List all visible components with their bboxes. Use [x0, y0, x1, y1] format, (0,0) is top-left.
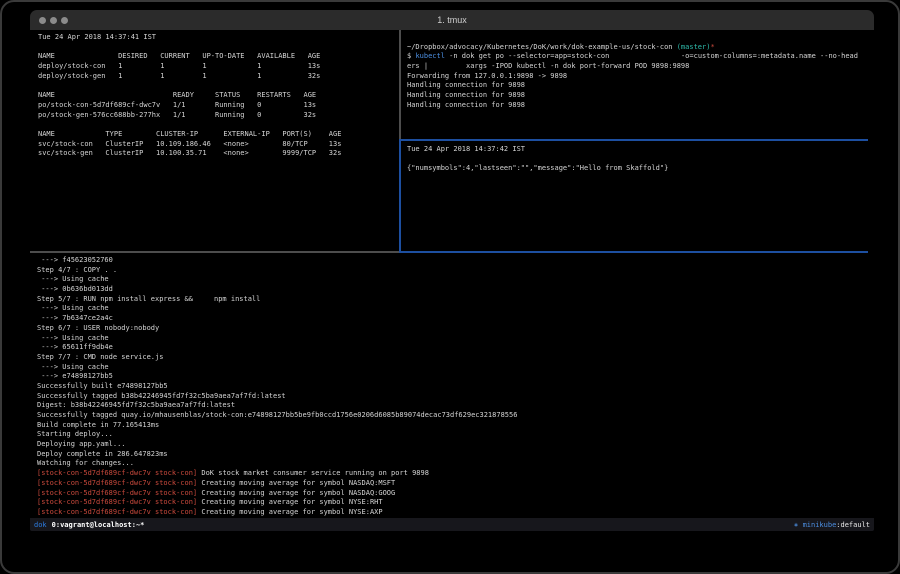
close-icon[interactable]	[39, 17, 46, 24]
pane-divider-horizontal-active-bottom[interactable]	[399, 251, 868, 253]
terminal-line: ---> e74898127bb5	[37, 372, 874, 382]
terminal-line: Tue 24 Apr 2018 14:37:42 IST	[407, 145, 874, 155]
terminal-line: ---> Using cache	[37, 275, 874, 285]
terminal-line: ers | xargs -IPOD kubectl -n dok port-fo…	[407, 62, 874, 72]
terminal-line: NAME READY STATUS RESTARTS AGE	[38, 91, 399, 101]
terminal-line: Step 7/7 : CMD node service.js	[37, 353, 874, 363]
terminal-line: po/stock-gen-576cc688bb-277hx 1/1 Runnin…	[38, 111, 399, 121]
screen-frame: 1. tmux Tue 24 Apr 2018 14:37:41 IST NAME…	[0, 0, 900, 574]
terminal-line	[38, 81, 399, 91]
pane-divider-horizontal-active-top[interactable]	[401, 139, 868, 141]
pane-service-response[interactable]: Tue 24 Apr 2018 14:37:42 IST {"numsymbols…	[401, 141, 874, 251]
pane-skaffold-build-log[interactable]: ---> f45623052760Step 4/7 : COPY . . ---…	[30, 253, 874, 518]
terminal-line: [stock-con-5d7df689cf-dwc7v stock-con] C…	[37, 489, 874, 499]
pane-divider-vertical-active[interactable]	[399, 139, 401, 253]
terminal-line: Successfully tagged quay.io/mhausenblas/…	[37, 411, 874, 421]
terminal-line: ---> 65611ff9db4e	[37, 343, 874, 353]
terminal-line: [stock-con-5d7df689cf-dwc7v stock-con] D…	[37, 469, 874, 479]
terminal-line: svc/stock-gen ClusterIP 10.100.35.71 <no…	[38, 149, 399, 159]
pane-divider-horizontal[interactable]	[30, 251, 399, 253]
minimize-icon[interactable]	[50, 17, 57, 24]
window-controls	[39, 10, 68, 30]
terminal-line: deploy/stock-con 1 1 1 1 13s	[38, 62, 399, 72]
status-right: ⎈ minikube :default	[794, 521, 870, 529]
terminal-line: Handling connection for 9898	[407, 91, 874, 101]
terminal-line: Tue 24 Apr 2018 14:37:41 IST	[38, 33, 399, 43]
terminal-line: NAME TYPE CLUSTER-IP EXTERNAL-IP PORT(S)…	[38, 130, 399, 140]
maximize-icon[interactable]	[61, 17, 68, 24]
window-title: 1. tmux	[30, 15, 874, 25]
kube-context: minikube	[803, 521, 837, 529]
terminal-line	[38, 120, 399, 130]
terminal-line: ---> Using cache	[37, 334, 874, 344]
terminal-line: Handling connection for 9898	[407, 81, 874, 91]
terminal-line: ---> 0b636bd013dd	[37, 285, 874, 295]
terminal-line: ---> Using cache	[37, 304, 874, 314]
session-name: dok	[34, 521, 47, 529]
terminal-line: Forwarding from 127.0.0.1:9898 -> 9898	[407, 72, 874, 82]
terminal-line: Starting deploy...	[37, 430, 874, 440]
terminal-line: Successfully built e74898127bb5	[37, 382, 874, 392]
terminal-window: 1. tmux Tue 24 Apr 2018 14:37:41 IST NAME…	[30, 10, 874, 531]
terminal-line: Step 5/7 : RUN npm install express && np…	[37, 295, 874, 305]
window-list-item[interactable]: 0:vagrant@localhost:~*	[52, 521, 145, 529]
terminal-line	[38, 43, 399, 53]
terminal-line: Step 4/7 : COPY . .	[37, 266, 874, 276]
terminal-line: Handling connection for 9898	[407, 101, 874, 111]
tmux-content: Tue 24 Apr 2018 14:37:41 IST NAME DESIRED…	[30, 30, 874, 518]
terminal-line: NAME DESIRED CURRENT UP-TO-DATE AVAILABL…	[38, 52, 399, 62]
terminal-line: Step 6/7 : USER nobody:nobody	[37, 324, 874, 334]
terminal-line: [stock-con-5d7df689cf-dwc7v stock-con] C…	[37, 498, 874, 508]
terminal-line: deploy/stock-gen 1 1 1 1 32s	[38, 72, 399, 82]
terminal-line: [stock-con-5d7df689cf-dwc7v stock-con] C…	[37, 508, 874, 518]
helm-wheel-icon: ⎈	[794, 521, 802, 529]
terminal-line: Deploy complete in 286.647823ms	[37, 450, 874, 460]
terminal-line	[407, 33, 874, 43]
kube-namespace: :default	[836, 521, 870, 529]
pane-divider-vertical[interactable]	[399, 30, 401, 139]
terminal-line: ~/Dropbox/advocacy/Kubernetes/DoK/work/d…	[407, 43, 874, 53]
terminal-line: ---> Using cache	[37, 363, 874, 373]
window-titlebar[interactable]: 1. tmux	[30, 10, 874, 30]
terminal-line: svc/stock-con ClusterIP 10.109.186.46 <n…	[38, 140, 399, 150]
terminal-line: Build complete in 77.165413ms	[37, 421, 874, 431]
terminal-line: po/stock-con-5d7df689cf-dwc7v 1/1 Runnin…	[38, 101, 399, 111]
tmux-status-bar: dok 0:vagrant@localhost:~* ⎈ minikube :d…	[30, 518, 874, 531]
pane-port-forward[interactable]: ~/Dropbox/advocacy/Kubernetes/DoK/work/d…	[401, 30, 874, 139]
terminal-line: Watching for changes...	[37, 459, 874, 469]
terminal-line: [stock-con-5d7df689cf-dwc7v stock-con] C…	[37, 479, 874, 489]
status-left: dok 0:vagrant@localhost:~*	[34, 521, 144, 529]
terminal-line: {"numsymbols":4,"lastseen":"","message":…	[407, 164, 874, 174]
terminal-line: Deploying app.yaml...	[37, 440, 874, 450]
terminal-line	[407, 155, 874, 165]
terminal-line: ---> 7b6347ce2a4c	[37, 314, 874, 324]
pane-kubectl-watch[interactable]: Tue 24 Apr 2018 14:37:41 IST NAME DESIRED…	[30, 30, 399, 251]
terminal-line: Successfully tagged b38b42246945fd7f32c5…	[37, 392, 874, 402]
terminal-line: ---> f45623052760	[37, 256, 874, 266]
terminal-line: Digest: b38b42246945fd7f32c5ba9aea7af7fd…	[37, 401, 874, 411]
terminal-line: $ kubectl -n dok get po --selector=app=s…	[407, 52, 874, 62]
